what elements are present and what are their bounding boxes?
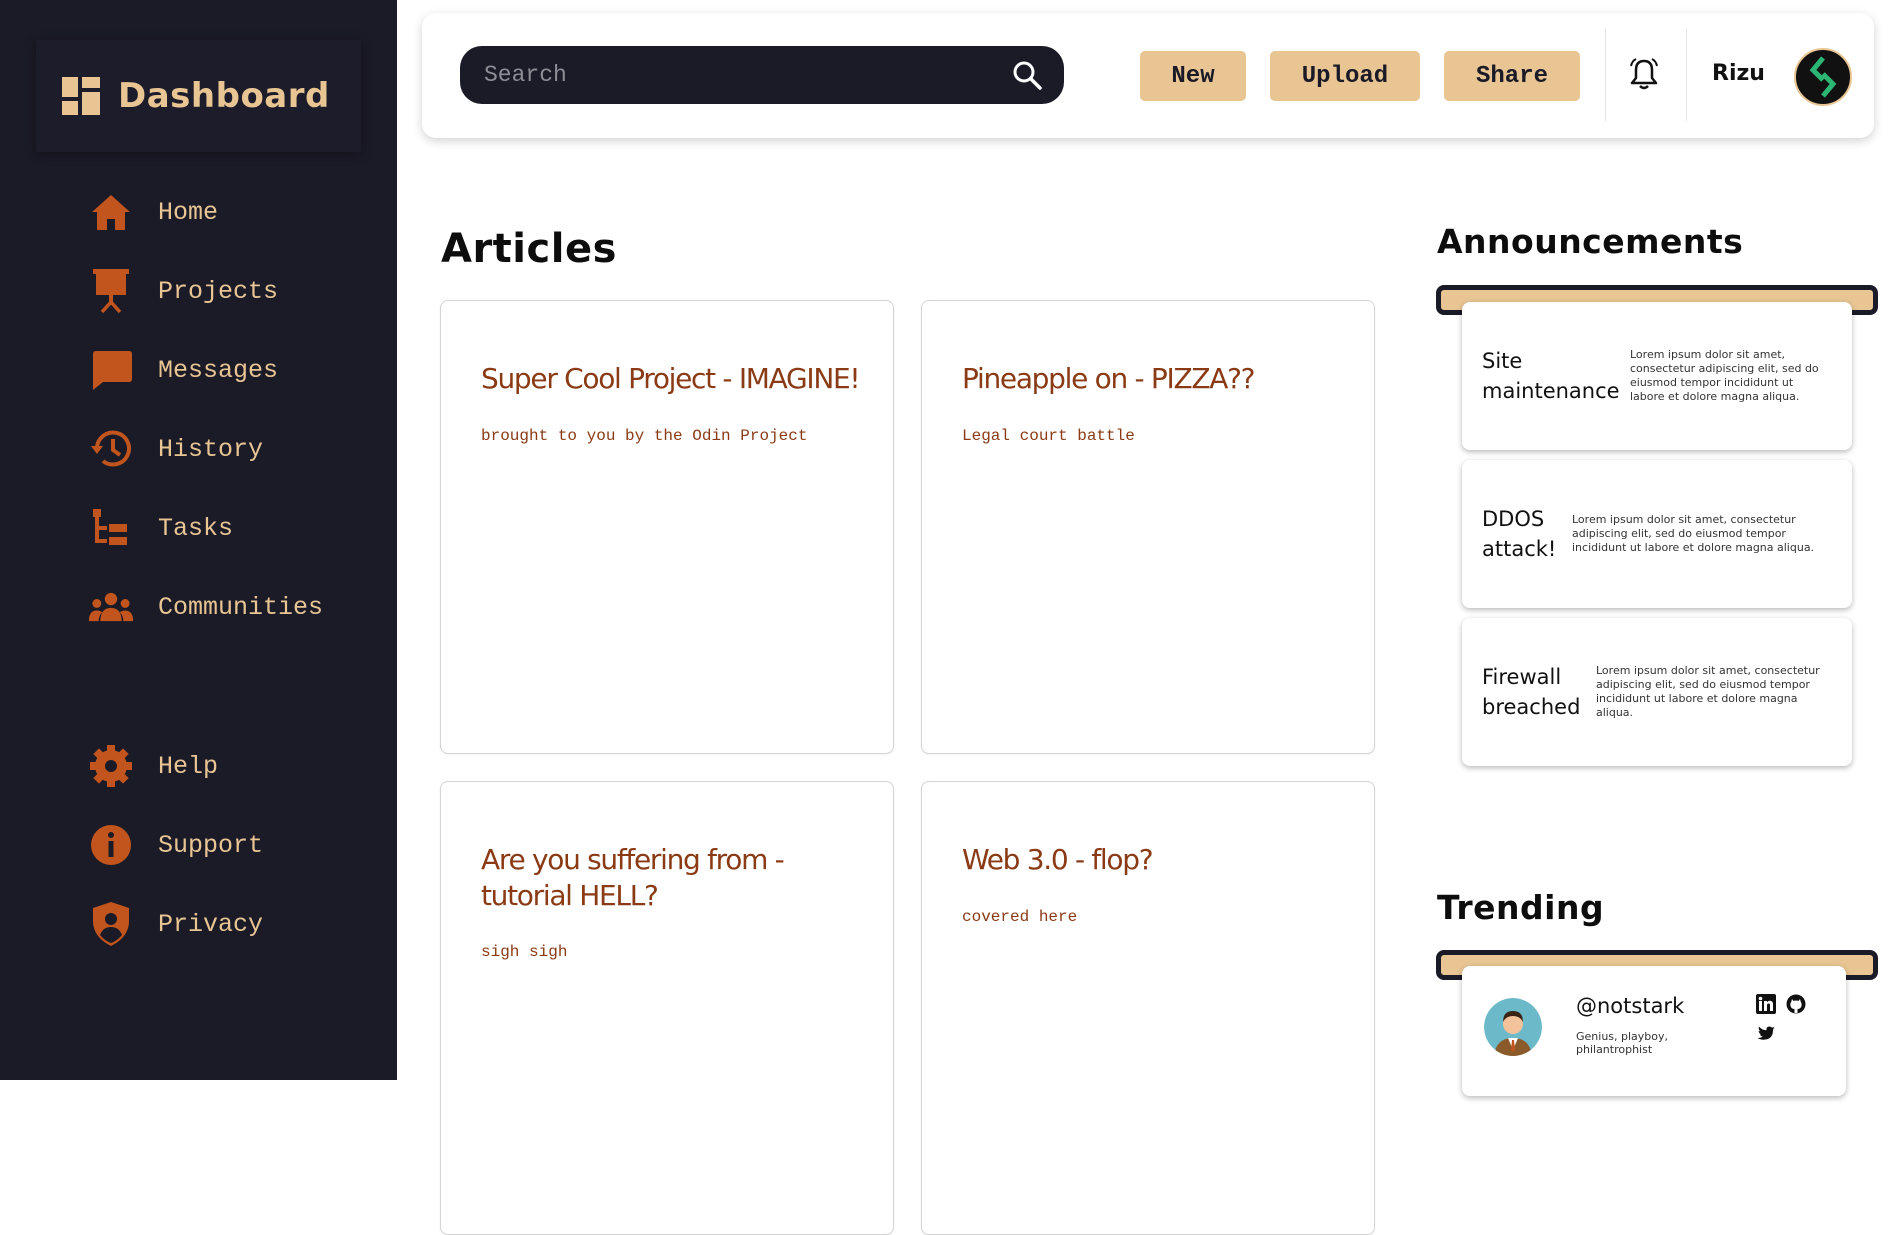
presentation-icon	[88, 268, 134, 314]
header-divider	[1686, 29, 1687, 121]
nav-item-privacy[interactable]: Privacy	[88, 898, 263, 950]
article-title: Pineapple on - PIZZA??	[962, 362, 1256, 395]
message-icon	[88, 347, 134, 393]
nav-label: Messages	[158, 355, 279, 385]
nav-label: Privacy	[158, 909, 264, 939]
announcement-title: Firewall breached	[1482, 665, 1581, 719]
announcement-text: Lorem ipsum dolor sit amet, consectetur …	[1630, 348, 1819, 403]
brand-title: Dashboard	[118, 76, 330, 116]
shield-icon	[88, 901, 134, 947]
brand-logo[interactable]: Dashboard	[36, 40, 361, 152]
nav-item-home[interactable]: Home	[88, 186, 218, 238]
username[interactable]: Rizu	[1712, 61, 1765, 86]
linkedin-icon[interactable]	[1756, 994, 1776, 1014]
announcement-text: Lorem ipsum dolor sit amet, consectetur …	[1572, 513, 1815, 554]
bell-icon[interactable]	[1628, 57, 1660, 91]
announcement-text: Lorem ipsum dolor sit amet, consectetur …	[1596, 664, 1820, 719]
nav-item-tasks[interactable]: Tasks	[88, 502, 233, 554]
articles-title: Articles	[441, 226, 617, 272]
home-icon	[88, 189, 134, 235]
article-subtitle: brought to you by the Odin Project	[481, 427, 808, 445]
nav-label: Support	[158, 830, 264, 860]
article-card[interactable]: Pineapple on - PIZZA?? Legal court battl…	[921, 300, 1375, 754]
article-card[interactable]: Super Cool Project - IMAGINE! brought to…	[440, 300, 894, 754]
nav-item-communities[interactable]: Communities	[88, 581, 323, 633]
twitter-icon[interactable]	[1756, 1024, 1776, 1044]
article-title: Web 3.0 - flop?	[962, 843, 1154, 876]
trending-handle[interactable]: @notstark	[1576, 994, 1684, 1018]
nav-label: Tasks	[158, 513, 234, 543]
nav-item-history[interactable]: History	[88, 423, 263, 475]
nav-label: Help	[158, 751, 219, 781]
article-subtitle: covered here	[962, 908, 1078, 926]
article-title: Are you suffering from - tutorial HELL?	[481, 843, 785, 912]
trending-bio: Genius, playboy, philantrophist	[1576, 1030, 1669, 1056]
search-input[interactable]	[482, 61, 986, 89]
top-header: New Upload Share Rizu	[422, 13, 1874, 138]
github-icon[interactable]	[1786, 994, 1806, 1014]
article-card[interactable]: Are you suffering from - tutorial HELL? …	[440, 781, 894, 1235]
announcements-title: Announcements	[1437, 222, 1744, 261]
nav-item-messages[interactable]: Messages	[88, 344, 278, 396]
avatar[interactable]	[1794, 48, 1852, 106]
nav-item-projects[interactable]: Projects	[88, 265, 278, 317]
communities-icon	[88, 584, 134, 630]
nav-label: Communities	[158, 592, 324, 622]
nav-label: Home	[158, 197, 219, 227]
history-icon	[88, 426, 134, 472]
announcement-card[interactable]: Firewall breached Lorem ipsum dolor sit a…	[1462, 618, 1852, 766]
gear-icon	[88, 743, 134, 789]
announcement-title: Site maintenance	[1482, 349, 1620, 403]
nav-item-help[interactable]: Help	[88, 740, 218, 792]
announcement-card[interactable]: Site maintenance Lorem ipsum dolor sit am…	[1462, 302, 1852, 450]
search-icon[interactable]	[1012, 60, 1042, 90]
announcement-title: DDOS attack!	[1482, 507, 1557, 561]
article-title: Super Cool Project - IMAGINE!	[481, 362, 861, 395]
announcement-card[interactable]: DDOS attack! Lorem ipsum dolor sit amet, …	[1462, 460, 1852, 608]
header-divider	[1605, 29, 1606, 121]
article-subtitle: Legal court battle	[962, 427, 1135, 445]
trending-avatar	[1484, 998, 1542, 1056]
article-card[interactable]: Web 3.0 - flop? covered here	[921, 781, 1375, 1235]
nav-label: History	[158, 434, 264, 464]
nav-item-support[interactable]: Support	[88, 819, 263, 871]
dashboard-grid-icon	[62, 77, 100, 115]
nav-label: Projects	[158, 276, 279, 306]
new-button[interactable]: New	[1140, 51, 1246, 101]
article-subtitle: sigh sigh	[481, 943, 568, 961]
tasks-icon	[88, 505, 134, 551]
info-icon	[88, 822, 134, 868]
share-button[interactable]: Share	[1444, 51, 1580, 101]
search-bar	[460, 46, 1064, 104]
upload-button[interactable]: Upload	[1270, 51, 1420, 101]
trending-user-card[interactable]: @notstark Genius, playboy, philantrophis…	[1462, 966, 1846, 1096]
sidebar: Dashboard Home Projects Messages History…	[0, 0, 397, 1080]
trending-title: Trending	[1437, 888, 1605, 927]
